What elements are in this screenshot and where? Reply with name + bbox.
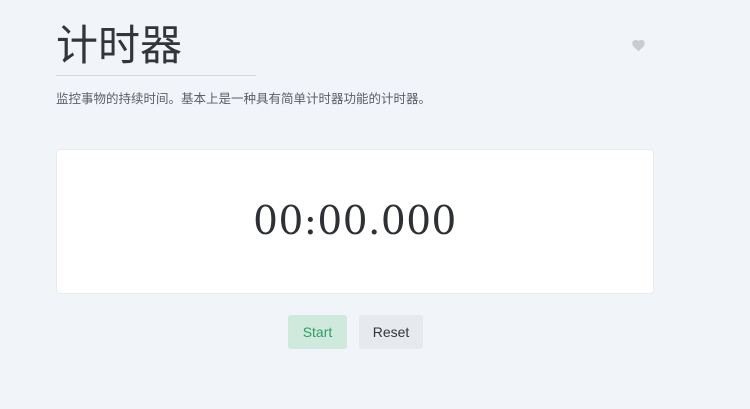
page-title: 计时器 bbox=[56, 21, 183, 70]
title-divider bbox=[56, 75, 256, 76]
reset-button[interactable]: Reset bbox=[359, 315, 423, 349]
start-button[interactable]: Start bbox=[288, 315, 347, 349]
timer-card: 00:00.000 bbox=[56, 149, 654, 294]
timer-page: 计时器 监控事物的持续时间。基本上是一种具有简单计时器功能的计时器。 00:00… bbox=[0, 0, 750, 409]
heart-icon bbox=[631, 39, 645, 52]
timer-controls: Start Reset bbox=[288, 315, 423, 349]
timer-display: 00:00.000 bbox=[253, 198, 457, 244]
favorite-button[interactable] bbox=[629, 36, 647, 54]
page-description: 监控事物的持续时间。基本上是一种具有简单计时器功能的计时器。 bbox=[56, 91, 432, 106]
